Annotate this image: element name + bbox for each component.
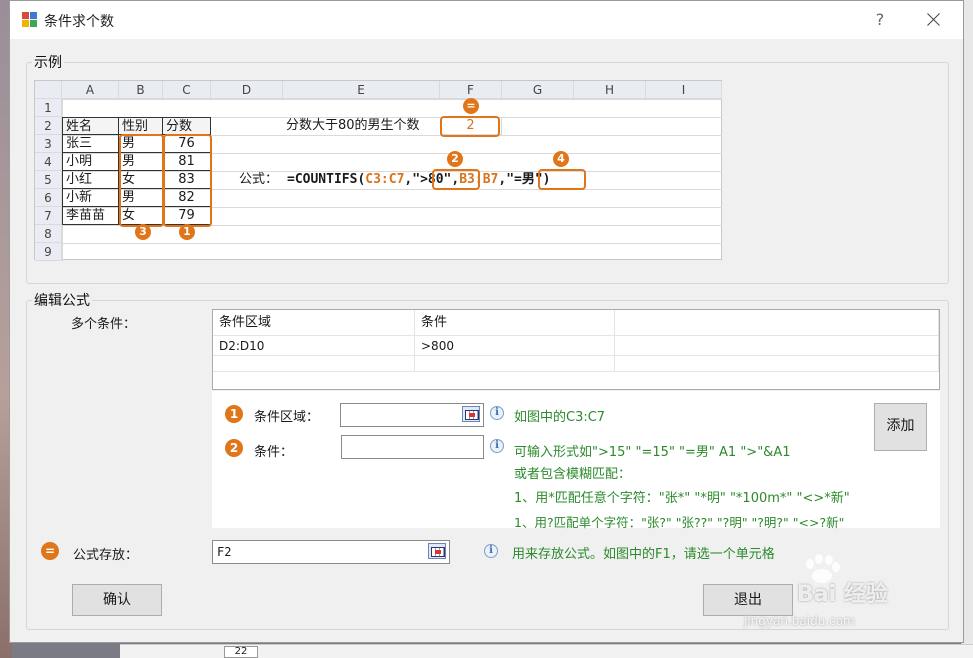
equals-badge: = xyxy=(463,98,479,114)
range-label: 条件区域： xyxy=(254,410,320,425)
badge-four: 4 xyxy=(553,151,569,167)
grid-cell-blank xyxy=(615,356,939,372)
row-header-5: 5 xyxy=(35,171,62,189)
grid-cell-condition[interactable]: >800 xyxy=(415,336,615,356)
window-title: 条件求个数 xyxy=(44,14,114,30)
row-header-8: 8 xyxy=(35,225,62,243)
score-range-highlight xyxy=(163,134,212,227)
condition-hint-line: 1、用*匹配任意个字符："张*" "*明" "*100m*" "<>*新" xyxy=(514,491,850,506)
grid-header-condition[interactable]: 条件 xyxy=(415,310,615,336)
badge-two: 2 xyxy=(447,151,463,167)
condition-input-panel: 1 条件区域： i 如图中的C3:C7 2 条件： i 可输入形式如">15" … xyxy=(212,391,940,530)
grid-header-empty xyxy=(615,310,939,336)
watermark-url: jingyan.baidu.com xyxy=(744,614,855,628)
col-header-f: F xyxy=(440,81,502,99)
result-highlight xyxy=(440,116,500,137)
formula-part: C3:C7 xyxy=(365,172,405,187)
grid-cell-blank[interactable] xyxy=(213,356,415,372)
table-cell: 小红 xyxy=(62,171,119,189)
baidu-watermark: Bai 经验 jingyan.baidu.com xyxy=(742,548,942,638)
condition-input[interactable] xyxy=(341,435,484,459)
criteria-two-highlight xyxy=(538,169,586,190)
question-text: 分数大于80的男生个数 xyxy=(286,118,420,133)
watermark-text: Bai 经验 xyxy=(797,582,888,607)
table-cell: 张三 xyxy=(62,135,119,153)
table-cell: 小明 xyxy=(62,153,119,171)
col-header-b: B xyxy=(119,81,163,99)
col-header-a: A xyxy=(62,81,119,99)
formula-text: =COUNTIFS(C3:C7,">80",B3:B7,"=男") xyxy=(287,171,551,189)
multi-condition-label: 多个条件： xyxy=(71,317,137,332)
grid-cell-blank[interactable] xyxy=(415,356,615,372)
grid-cell-range[interactable]: D2:D10 xyxy=(213,336,415,356)
example-spreadsheet: A B C D E F G H I 1 2 3 4 5 6 7 8 9 姓名 性… xyxy=(34,80,722,261)
range-picker-icon[interactable] xyxy=(462,406,480,422)
table-cell: 李苗苗 xyxy=(62,207,119,225)
col-header-d: D xyxy=(211,81,283,99)
condition-hint-line: 1、用?匹配单个字符："张?" "张??" "?明" "?明?" "<>?新" xyxy=(514,515,845,530)
example-legend: 示例 xyxy=(32,52,64,72)
condition-hint-line: 或者包含模糊匹配： xyxy=(514,467,632,482)
background-row-label: 22 xyxy=(224,646,258,658)
row-header-1: 1 xyxy=(35,99,62,117)
help-button[interactable]: ? xyxy=(868,8,892,32)
store-badge: = xyxy=(41,542,59,560)
col-header-c: C xyxy=(163,81,211,99)
criteria-one-highlight xyxy=(432,169,480,190)
store-hint: 用来存放公式。如图中的F1，请选一个单元格 xyxy=(512,547,775,562)
ok-button[interactable]: 确认 xyxy=(72,584,162,616)
formula-part: =COUNTIFS( xyxy=(287,172,366,187)
store-input[interactable]: F2 xyxy=(212,540,450,564)
info-icon: i xyxy=(490,406,504,420)
condition-label: 条件： xyxy=(254,445,294,460)
edit-legend: 编辑公式 xyxy=(32,290,92,310)
store-picker-icon[interactable] xyxy=(428,543,446,559)
gender-range-highlight xyxy=(119,134,164,227)
table-header-gender: 性别 xyxy=(119,117,163,135)
corner-cell xyxy=(35,81,62,99)
row-header-6: 6 xyxy=(35,189,62,207)
dialog-window: 条件求个数 ? 示例 A B C D E F G H I 1 2 3 4 5 6… xyxy=(9,0,964,643)
store-label: 公式存放： xyxy=(73,548,139,563)
close-button[interactable] xyxy=(922,8,946,32)
col-header-e: E xyxy=(283,81,440,99)
range-hint: 如图中的C3:C7 xyxy=(514,410,606,425)
condition-hint-line: 可输入形式如">15" "=15" "=男" A1 ">"&A1 xyxy=(514,445,791,460)
row-header-9: 9 xyxy=(35,243,62,261)
row-header-3: 3 xyxy=(35,135,62,153)
row-header-4: 4 xyxy=(35,153,62,171)
col-header-g: G xyxy=(502,81,574,99)
col-header-h: H xyxy=(574,81,646,99)
badge-one: 1 xyxy=(179,224,195,240)
table-cell: 小新 xyxy=(62,189,119,207)
app-icon xyxy=(22,12,38,28)
row-header-7: 7 xyxy=(35,207,62,225)
table-header-score: 分数 xyxy=(163,117,211,135)
col-header-i: I xyxy=(646,81,722,99)
info-icon: i xyxy=(490,439,504,453)
badge-three: 3 xyxy=(135,224,151,240)
title-bar: 条件求个数 ? xyxy=(10,1,963,39)
info-icon: i xyxy=(484,544,498,558)
formula-label: 公式： xyxy=(239,172,279,187)
formula-part: , xyxy=(498,172,507,187)
grid-header-range[interactable]: 条件区域 xyxy=(213,310,415,336)
add-button[interactable]: 添加 xyxy=(874,403,927,451)
table-header-name: 姓名 xyxy=(62,117,119,135)
step-badge-two: 2 xyxy=(225,439,243,457)
row-header-2: 2 xyxy=(35,117,62,135)
grid-cell-empty xyxy=(615,336,939,356)
condition-grid[interactable]: 条件区域 条件 D2:D10 >800 xyxy=(212,309,940,390)
step-badge-one: 1 xyxy=(225,405,243,423)
